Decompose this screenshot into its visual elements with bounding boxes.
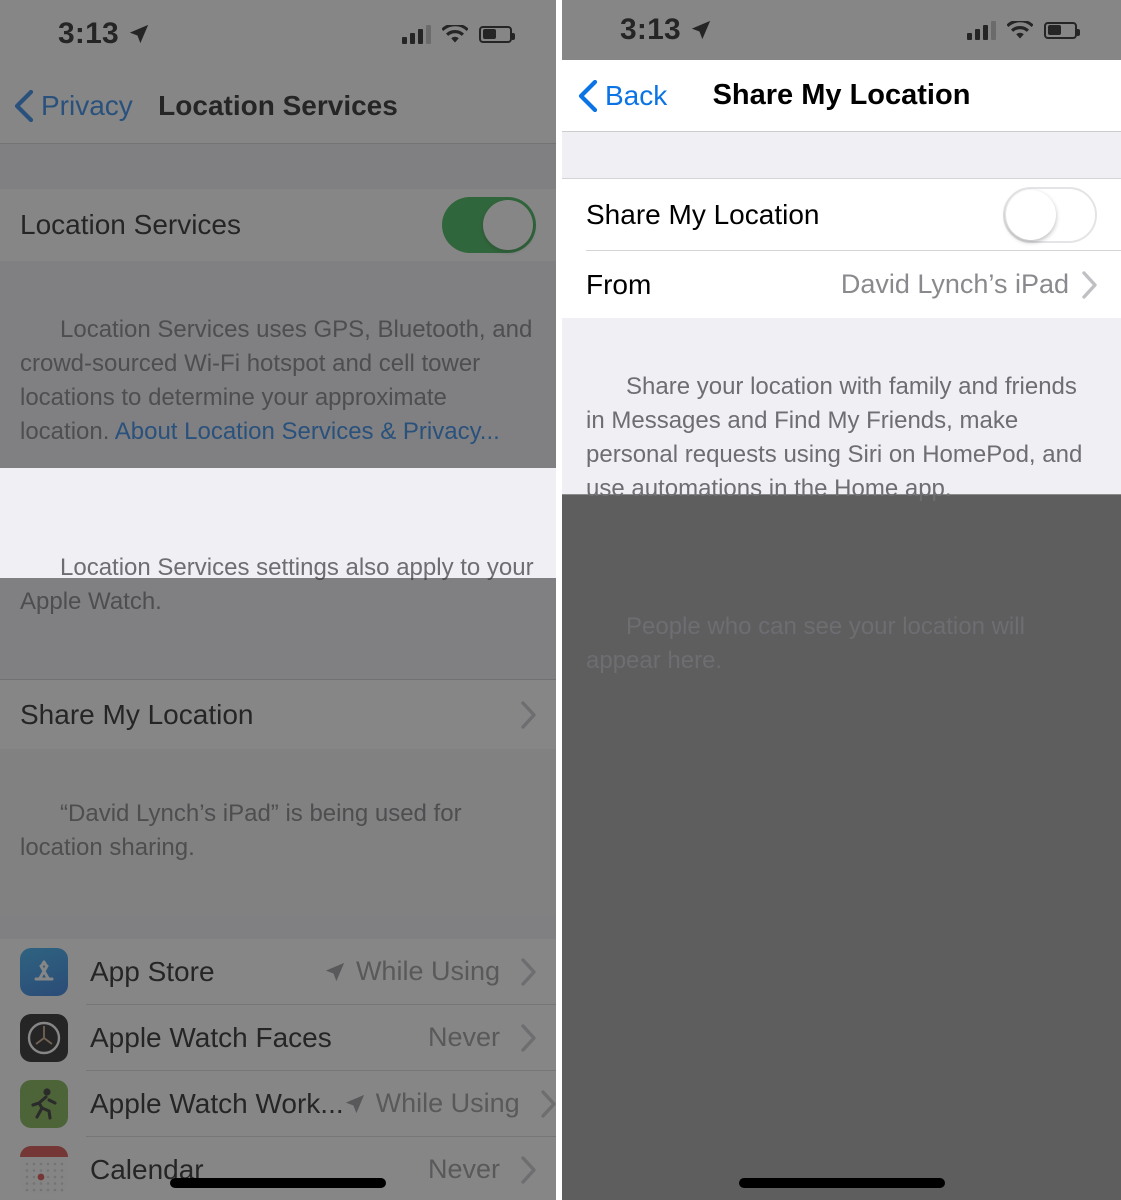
app-status: While Using xyxy=(355,956,500,986)
share-my-location-label-right: Share My Location xyxy=(586,198,820,230)
from-value: David Lynch’s iPad xyxy=(840,269,1069,299)
from-label: From xyxy=(586,268,652,300)
app-store-icon xyxy=(20,947,68,996)
location-services-toggle-group: Location Services xyxy=(0,189,556,261)
home-indicator-right xyxy=(738,1178,945,1188)
app-status-wrap: Never xyxy=(428,1022,536,1053)
battery-low-icon xyxy=(479,25,515,43)
cellular-signal-icon xyxy=(967,20,996,40)
chevron-right-icon xyxy=(1082,270,1097,299)
group-spacer-apps xyxy=(0,915,556,939)
back-button-privacy[interactable]: Privacy xyxy=(0,89,133,122)
from-value-wrap: David Lynch’s iPad xyxy=(841,269,1097,300)
status-time-right: 3:13 xyxy=(620,13,712,47)
chevron-right-icon xyxy=(521,700,536,729)
apple-watch-faces-icon xyxy=(20,1013,68,1062)
location-services-description: Location Services uses GPS, Bluetooth, a… xyxy=(0,261,556,679)
row-share-my-location-toggle[interactable]: Share My Location xyxy=(562,179,1121,250)
share-my-location-toggle[interactable] xyxy=(1003,186,1097,243)
row-location-services[interactable]: Location Services xyxy=(0,189,556,261)
share-footnote-text: “David Lynch’s iPad” is being used for l… xyxy=(20,800,469,861)
navigation-bar: Privacy Location Services xyxy=(0,68,556,144)
app-status: Never xyxy=(427,1154,500,1184)
home-indicator xyxy=(170,1178,386,1188)
battery-low-icon xyxy=(1044,21,1080,39)
app-permission-row[interactable]: App Store While Using xyxy=(0,939,556,1004)
share-my-location-group: Share My Location xyxy=(0,679,556,749)
cellular-signal-icon xyxy=(402,24,431,44)
row-from[interactable]: From David Lynch’s iPad xyxy=(562,251,1121,318)
empty-content-area xyxy=(562,494,1121,1200)
chevron-right-icon xyxy=(540,1089,556,1118)
app-permission-row[interactable]: Apple Watch Work... While Using xyxy=(0,1071,556,1136)
apple-watch-workout-icon xyxy=(20,1079,68,1128)
location-arrow-icon xyxy=(129,24,149,44)
app-status-wrap: Never xyxy=(428,1154,536,1185)
two-phone-screenshot-stage: 3:13 Privacy Location Services Location … xyxy=(0,0,1121,1200)
toggle-knob xyxy=(483,200,533,250)
location-arrow-icon xyxy=(691,20,711,40)
share-my-location-label: Share My Location xyxy=(20,698,254,730)
app-status-wrap: While Using xyxy=(344,1088,556,1119)
app-status-wrap: While Using xyxy=(324,956,536,987)
status-time-label: 3:13 xyxy=(58,17,119,50)
location-arrow-icon xyxy=(325,962,345,981)
back-button[interactable]: Back xyxy=(562,79,668,112)
chevron-right-icon xyxy=(521,1155,536,1184)
about-location-services-privacy-link[interactable]: About Location Services & Privacy... xyxy=(115,418,500,445)
app-status: Never xyxy=(427,1022,500,1052)
calendar-icon xyxy=(20,1145,68,1194)
app-permission-row[interactable]: Calendar Never xyxy=(0,1137,556,1200)
status-bar: 3:13 xyxy=(0,0,556,68)
wifi-icon xyxy=(1007,20,1033,38)
wifi-icon xyxy=(442,24,468,42)
app-permission-row[interactable]: Apple Watch Faces Never xyxy=(0,1005,556,1070)
chevron-left-icon xyxy=(578,79,598,112)
group-spacer-top-right xyxy=(562,132,1121,179)
app-status: While Using xyxy=(375,1088,520,1118)
app-name: App Store xyxy=(90,955,215,987)
back-button-label: Privacy xyxy=(41,89,133,121)
status-bar-right: 3:13 xyxy=(562,0,1121,60)
location-services-label: Location Services xyxy=(20,209,242,240)
chevron-right-icon xyxy=(521,957,536,986)
share-location-footer: Share your location with family and frie… xyxy=(562,318,1121,674)
navigation-bar-right: Back Share My Location xyxy=(562,60,1121,132)
status-indicators xyxy=(402,24,515,44)
left-phone-screen: 3:13 Privacy Location Services Location … xyxy=(0,0,556,1200)
footer-paragraph-1: Share your location with family and frie… xyxy=(586,373,1089,502)
app-name: Apple Watch Faces xyxy=(90,1021,332,1053)
chevron-right-icon xyxy=(521,1023,536,1052)
location-services-toggle[interactable] xyxy=(442,197,536,253)
location-arrow-icon xyxy=(345,1094,364,1113)
share-location-settings-group: Share My Location From David Lynch’s iPa… xyxy=(562,179,1121,318)
status-time: 3:13 xyxy=(58,17,150,51)
toggle-knob xyxy=(1006,189,1056,240)
app-name: Apple Watch Work... xyxy=(90,1087,344,1119)
back-button-label: Back xyxy=(605,79,668,111)
status-time-label-right: 3:13 xyxy=(620,13,681,46)
group-spacer-top xyxy=(0,144,556,189)
row-share-my-location[interactable]: Share My Location xyxy=(0,679,556,749)
chevron-left-icon xyxy=(14,89,34,122)
share-my-location-footnote: “David Lynch’s iPad” is being used for l… xyxy=(0,749,556,915)
app-permission-list: App Store While Using Apple Watch Faces Nev… xyxy=(0,939,556,1200)
right-phone-screen: 3:13 Back Share My Location Share My Loc… xyxy=(562,0,1121,1200)
description-paragraph-2: Location Services settings also apply to… xyxy=(20,554,539,615)
status-indicators-right xyxy=(967,20,1080,40)
